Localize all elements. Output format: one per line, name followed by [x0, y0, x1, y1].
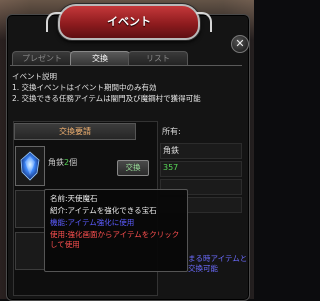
required-item-unit: 個: [69, 158, 78, 167]
tooltip-function: 機能:アイテム強化に使用: [50, 218, 135, 227]
window-title: イベント: [107, 15, 151, 28]
obscured-note: まる時アイテムと 交換可能: [188, 254, 247, 274]
item-tooltip: 名前:天使魔石 紹介:アイテムを強化できる宝石 機能:アイテム強化に使用 使用:…: [44, 189, 188, 272]
required-item-name: 角鉄: [48, 158, 64, 167]
exchange-request-header: 交換要請: [14, 123, 136, 140]
required-item: 角鉄2個: [48, 157, 77, 168]
description-line-2: 2. 交換できる任務アイテムは闇門及び魔鋼村で獲得可能: [12, 94, 201, 103]
exchange-button[interactable]: 交換: [117, 160, 149, 176]
owned-item-qty: 357: [163, 163, 179, 172]
tooltip-usage: 使用:強化画面からアイテムをクリックして使用: [50, 230, 180, 249]
obscured-note-line-2: 交換可能: [188, 264, 218, 273]
angel-gem-icon: [20, 151, 40, 181]
tab-bar: プレゼント 交換 リスト: [12, 51, 232, 66]
title-plate: イベント: [46, 4, 212, 40]
owned-label: 所有:: [162, 127, 181, 136]
tooltip-name: 名前:天使魔石: [50, 194, 98, 203]
close-button[interactable]: ✕: [231, 35, 249, 53]
empty-slot: [15, 232, 45, 270]
owned-item-name: 角鉄: [163, 146, 179, 155]
title-ornament-right: [196, 12, 212, 32]
tab-exchange[interactable]: 交換: [70, 51, 130, 66]
description-line-1: 1. 交換イベントはイベント期間中のみ有効: [12, 83, 157, 92]
description-heading: イベント説明: [12, 72, 57, 81]
item-slot[interactable]: [15, 146, 45, 186]
tab-present[interactable]: プレゼント: [12, 51, 72, 66]
tab-list[interactable]: リスト: [128, 51, 188, 66]
obscured-note-line-1: まる時アイテムと: [188, 254, 248, 263]
tab-divider: [10, 65, 242, 66]
empty-slot: [15, 190, 45, 228]
close-icon: ✕: [235, 37, 245, 50]
tooltip-intro: 紹介:アイテムを強化できる宝石: [50, 206, 157, 215]
event-description: イベント説明 1. 交換イベントはイベント期間中のみ有効 2. 交換できる任務ア…: [12, 71, 201, 104]
